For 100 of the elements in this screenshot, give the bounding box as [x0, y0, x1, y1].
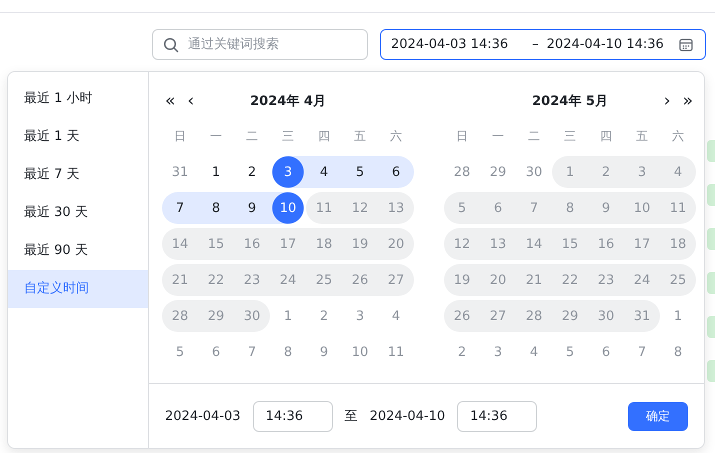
weekday-label: 六 — [671, 128, 685, 144]
date-cell[interactable]: 8 — [660, 336, 696, 368]
date-cell: 19 — [342, 228, 378, 260]
date-cell[interactable]: 5 — [162, 336, 198, 368]
date-cell[interactable]: 2 — [306, 300, 342, 332]
status-tag — [707, 316, 715, 338]
date-cell[interactable]: 3 — [342, 300, 378, 332]
date-cell: 11 — [306, 192, 342, 224]
date-cell: 22 — [198, 264, 234, 296]
date-cell[interactable]: 29 — [480, 156, 516, 188]
weekday-label: 二 — [527, 128, 541, 144]
date-cell[interactable]: 7 — [624, 336, 660, 368]
shortcut-item[interactable]: 最近 1 小时 — [8, 80, 148, 118]
date-cell[interactable]: 5 — [342, 156, 378, 188]
weekday-label: 五 — [635, 128, 649, 144]
date-cell: 24 — [270, 264, 306, 296]
status-tag — [707, 140, 715, 162]
date-cell: 18 — [306, 228, 342, 260]
date-cell: 8 — [552, 192, 588, 224]
shortcut-item[interactable]: 最近 30 天 — [8, 194, 148, 232]
date-cell[interactable]: 8 — [198, 192, 234, 224]
date-cell[interactable]: 2 — [234, 156, 270, 188]
date-cell[interactable]: 1 — [198, 156, 234, 188]
status-tag — [707, 228, 715, 250]
date-cell[interactable]: 3 — [270, 156, 306, 188]
date-cell[interactable]: 5 — [552, 336, 588, 368]
date-cell[interactable]: 4 — [306, 156, 342, 188]
confirm-button[interactable]: 确定 — [628, 402, 688, 431]
date-cell: 29 — [552, 300, 588, 332]
date-cell: 23 — [588, 264, 624, 296]
date-cell[interactable]: 4 — [516, 336, 552, 368]
date-cell: 20 — [480, 264, 516, 296]
date-cell: 29 — [198, 300, 234, 332]
status-tag — [707, 272, 715, 294]
date-cell: 7 — [516, 192, 552, 224]
date-cell: 15 — [552, 228, 588, 260]
date-cell[interactable]: 10 — [270, 192, 306, 224]
weekday-label: 一 — [209, 128, 223, 144]
date-cell[interactable]: 7 — [234, 336, 270, 368]
date-cell: 3 — [624, 156, 660, 188]
date-cell: 1 — [552, 156, 588, 188]
date-cell[interactable]: 9 — [306, 336, 342, 368]
date-cell[interactable]: 10 — [342, 336, 378, 368]
date-cell: 2 — [588, 156, 624, 188]
start-datetime: 2024-04-03 14:36 — [391, 37, 508, 52]
date-cell: 20 — [378, 228, 414, 260]
date-cell: 16 — [234, 228, 270, 260]
nav-button[interactable]: « — [162, 91, 178, 111]
date-cell: 28 — [516, 300, 552, 332]
date-cell[interactable]: 11 — [378, 336, 414, 368]
date-cell[interactable]: 31 — [162, 156, 198, 188]
date-cell: 18 — [660, 228, 696, 260]
date-cell: 9 — [588, 192, 624, 224]
date-cell: 25 — [660, 264, 696, 296]
date-cell: 26 — [444, 300, 480, 332]
nav-button[interactable]: › — [660, 91, 674, 111]
date-cell: 14 — [516, 228, 552, 260]
date-cell: 13 — [480, 228, 516, 260]
date-cell: 25 — [306, 264, 342, 296]
date-cell: 21 — [516, 264, 552, 296]
date-cell[interactable]: 6 — [378, 156, 414, 188]
shortcut-item[interactable]: 最近 90 天 — [8, 232, 148, 270]
date-cell: 6 — [480, 192, 516, 224]
date-cell[interactable]: 3 — [480, 336, 516, 368]
shortcut-item[interactable]: 自定义时间 — [8, 270, 148, 308]
date-cell: 22 — [552, 264, 588, 296]
date-cell: 17 — [624, 228, 660, 260]
start-date: 2024-04-03 — [165, 408, 241, 424]
weekday-label: 五 — [353, 128, 367, 144]
date-cell[interactable]: 30 — [516, 156, 552, 188]
date-range-field[interactable]: 2024-04-03 14:36 – 2024-04-10 14:36 — [380, 29, 706, 60]
weekday-label: 四 — [599, 128, 613, 144]
date-cell: 16 — [588, 228, 624, 260]
calendar-icon[interactable] — [679, 38, 693, 52]
date-cell[interactable]: 6 — [588, 336, 624, 368]
date-cell[interactable]: 28 — [444, 156, 480, 188]
time-field[interactable]: 14:36 — [457, 400, 538, 432]
date-cell: 5 — [444, 192, 480, 224]
date-cell[interactable]: 1 — [270, 300, 306, 332]
date-cell[interactable]: 2 — [444, 336, 480, 368]
shortcut-item[interactable]: 最近 1 天 — [8, 118, 148, 156]
date-cell[interactable]: 7 — [162, 192, 198, 224]
time-field[interactable]: 14:36 — [252, 400, 333, 432]
shortcut-item[interactable]: 最近 7 天 — [8, 156, 148, 194]
weekday-label: 六 — [389, 128, 403, 144]
search-field[interactable]: 通过关键词搜索 — [152, 29, 368, 60]
date-cell: 17 — [270, 228, 306, 260]
end-date: 2024-04-10 — [370, 408, 446, 424]
date-cell: 12 — [342, 192, 378, 224]
date-cell[interactable]: 4 — [378, 300, 414, 332]
weekday-label: 日 — [455, 128, 469, 144]
date-cell[interactable]: 8 — [270, 336, 306, 368]
date-cell[interactable]: 1 — [660, 300, 696, 332]
nav-button[interactable]: » — [680, 91, 696, 111]
range-to-label: 至 — [344, 408, 358, 426]
date-cell: 12 — [444, 228, 480, 260]
date-cell: 24 — [624, 264, 660, 296]
date-cell[interactable]: 6 — [198, 336, 234, 368]
date-cell[interactable]: 9 — [234, 192, 270, 224]
nav-button[interactable]: ‹ — [184, 91, 198, 111]
